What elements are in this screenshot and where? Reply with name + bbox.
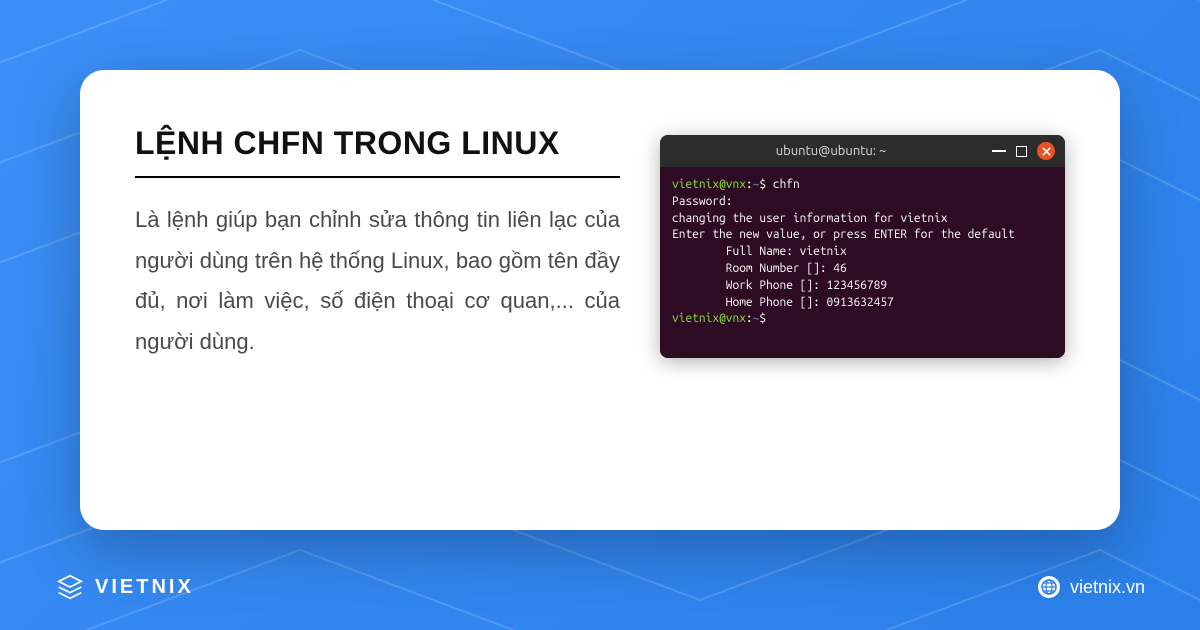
brand-name: VIETNIX	[95, 576, 194, 599]
brand-logo: VIETNIX	[55, 572, 194, 602]
terminal-titlebar: ubuntu@ubuntu: ~	[660, 135, 1065, 167]
window-controls	[992, 142, 1055, 160]
page-title: LỆNH CHFN TRONG LINUX	[135, 125, 620, 178]
text-column: LỆNH CHFN TRONG LINUX Là lệnh giúp bạn c…	[135, 125, 620, 480]
terminal-line: vietnix@vnx:~$ chfn	[672, 177, 1053, 194]
terminal-line: Room Number []: 46	[672, 261, 1053, 278]
terminal-line: changing the user information for vietni…	[672, 211, 1053, 228]
description-text: Là lệnh giúp bạn chỉnh sửa thông tin liê…	[135, 200, 620, 363]
terminal-line: Enter the new value, or press ENTER for …	[672, 227, 1053, 244]
minimize-icon[interactable]	[992, 150, 1006, 152]
site-url: vietnix.vn	[1070, 577, 1145, 598]
terminal-line: vietnix@vnx:~$	[672, 311, 1053, 328]
terminal-line: Work Phone []: 123456789	[672, 278, 1053, 295]
terminal-line: Full Name: vietnix	[672, 244, 1053, 261]
globe-icon	[1038, 576, 1060, 598]
terminal-line: Home Phone []: 0913632457	[672, 295, 1053, 312]
content-card: LỆNH CHFN TRONG LINUX Là lệnh giúp bạn c…	[80, 70, 1120, 530]
stack-icon	[55, 572, 85, 602]
footer-bar: VIETNIX vietnix.vn	[55, 572, 1145, 602]
maximize-icon[interactable]	[1016, 146, 1027, 157]
terminal-line: Password:	[672, 194, 1053, 211]
site-link[interactable]: vietnix.vn	[1038, 576, 1145, 598]
close-icon[interactable]	[1037, 142, 1055, 160]
terminal-body: vietnix@vnx:~$ chfnPassword:changing the…	[660, 167, 1065, 358]
terminal-column: ubuntu@ubuntu: ~ vietnix@vnx:~$ chfnPass…	[660, 125, 1065, 480]
terminal-window: ubuntu@ubuntu: ~ vietnix@vnx:~$ chfnPass…	[660, 135, 1065, 358]
terminal-title: ubuntu@ubuntu: ~	[670, 144, 992, 158]
